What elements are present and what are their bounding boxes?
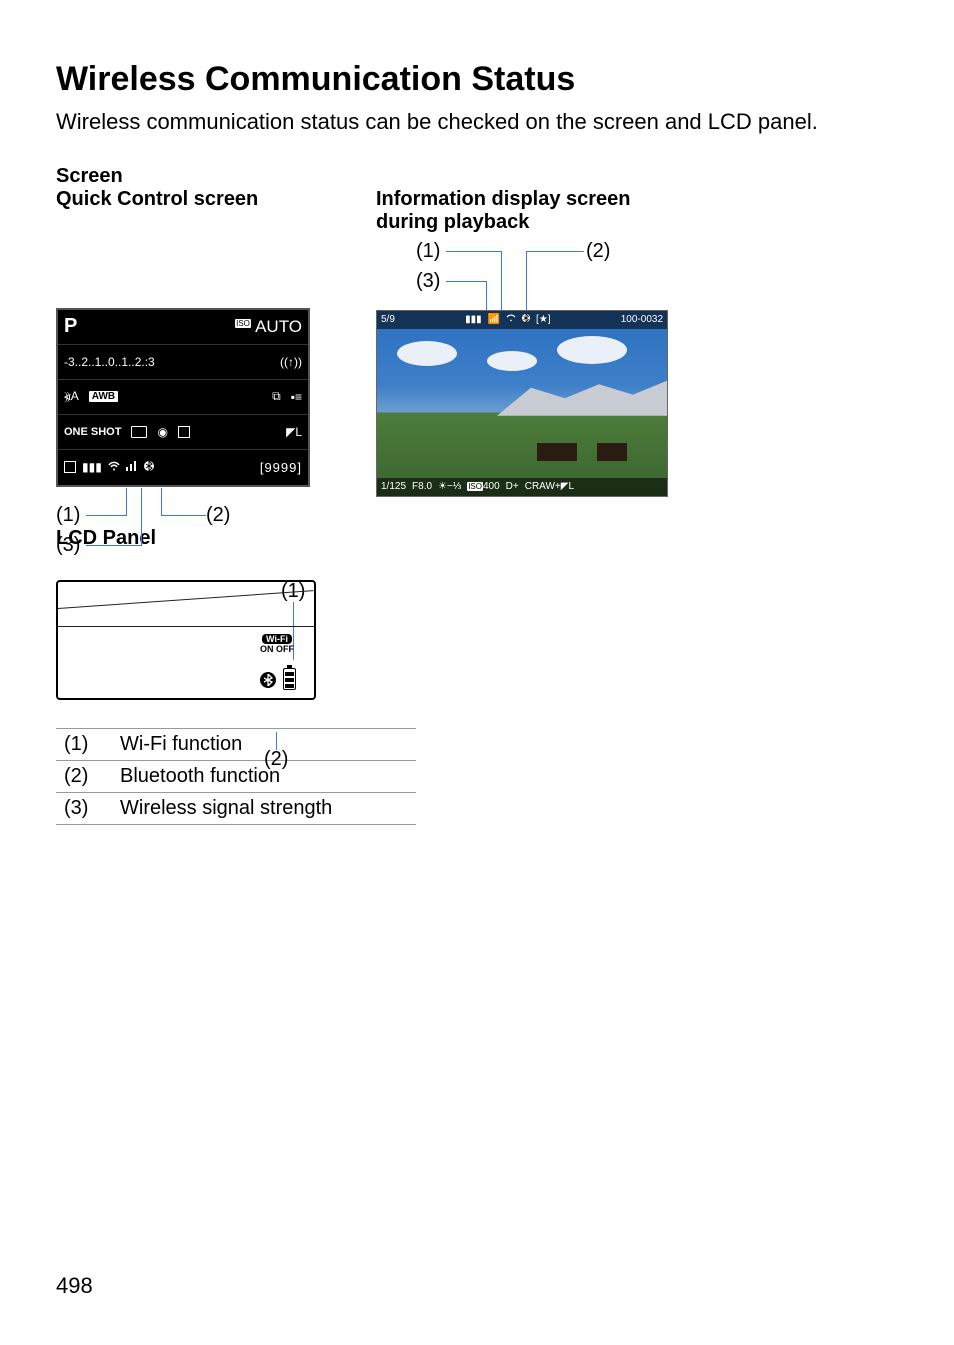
remote-icon: ((↑)) xyxy=(280,355,302,369)
rating-icon: [★] xyxy=(536,314,551,325)
callout-1: (1) xyxy=(56,504,80,527)
q-button-icon xyxy=(64,461,76,473)
image-quality-badge: ◤L xyxy=(286,425,302,439)
drive-mode-icon xyxy=(131,426,147,438)
intro-text: Wireless communication status can be che… xyxy=(56,107,898,137)
af-mode: ONE SHOT xyxy=(64,426,121,438)
white-balance-badge: AWB xyxy=(89,391,118,402)
lcd-battery-icon xyxy=(283,668,296,690)
single-shot-icon xyxy=(178,426,190,438)
dplus: D+ xyxy=(506,481,519,492)
callout-3b: (3) xyxy=(416,270,440,293)
page-title: Wireless Communication Status xyxy=(56,60,898,99)
shooting-mode: P xyxy=(64,315,90,338)
signal-strength-icon xyxy=(126,460,138,474)
callout-2c: (2) xyxy=(264,748,288,771)
table-row: (2)Bluetooth function xyxy=(56,760,416,792)
callout-2: (2) xyxy=(206,504,230,527)
callout-3: (3) xyxy=(56,534,80,557)
wifi-icon xyxy=(108,460,120,474)
wifi-icon xyxy=(506,314,516,325)
shutter-speed: 1/125 xyxy=(381,481,406,492)
folder-icon: ▪≡ xyxy=(291,390,302,404)
info-display-heading: Information display screen during playba… xyxy=(376,188,696,234)
folder-file-number: 100-0032 xyxy=(621,314,663,325)
playback-quality: CRAW+◤L xyxy=(525,481,574,492)
exposure-scale: -3..2..1..0..1..2.:3 xyxy=(64,355,155,369)
lcd-panel-heading: LCD Panel xyxy=(56,527,898,550)
metering-icon: ◉ xyxy=(157,425,167,439)
page-number: 498 xyxy=(56,1273,93,1299)
iso-value: ISO400 xyxy=(467,481,499,492)
card-icon: ⧉ xyxy=(272,389,281,404)
lcd-bluetooth-icon xyxy=(260,672,276,688)
callout-2b: (2) xyxy=(586,240,610,263)
callout-1b: (1) xyxy=(416,240,440,263)
iso-setting: ISO AUTO xyxy=(235,317,302,337)
legend-table: (1)Wi-Fi function (2)Bluetooth function … xyxy=(56,728,416,825)
playback-info-screen: 5/9 ▮▮▮ 📶 [★] 100-0032 1/125 xyxy=(376,310,668,497)
shots-remaining: [9999] xyxy=(260,460,302,475)
lcd-panel: Wi-Fi ON OFF xyxy=(56,580,316,700)
picture-style-icon: ⦖A xyxy=(64,389,79,404)
exposure-comp: ☀−⅓ xyxy=(438,481,461,492)
quick-control-heading: Quick Control screen xyxy=(56,188,258,211)
bluetooth-icon xyxy=(144,460,154,475)
battery-icon: ▮▮▮ xyxy=(465,314,482,325)
aperture: F8.0 xyxy=(412,481,432,492)
bluetooth-icon xyxy=(522,313,530,326)
screen-heading: Screen xyxy=(56,165,898,188)
image-index: 5/9 xyxy=(381,314,395,325)
signal-icon: 📶 xyxy=(488,314,500,325)
quick-control-screen: P ISO AUTO -3..2..1..0..1..2.:3 ((↑)) ⦖A… xyxy=(56,308,310,487)
table-row: (1)Wi-Fi function xyxy=(56,728,416,760)
lcd-wifi-indicator: Wi-Fi ON OFF xyxy=(260,634,294,654)
battery-icon: ▮▮▮ xyxy=(82,460,102,474)
table-row: (3)Wireless signal strength xyxy=(56,792,416,824)
